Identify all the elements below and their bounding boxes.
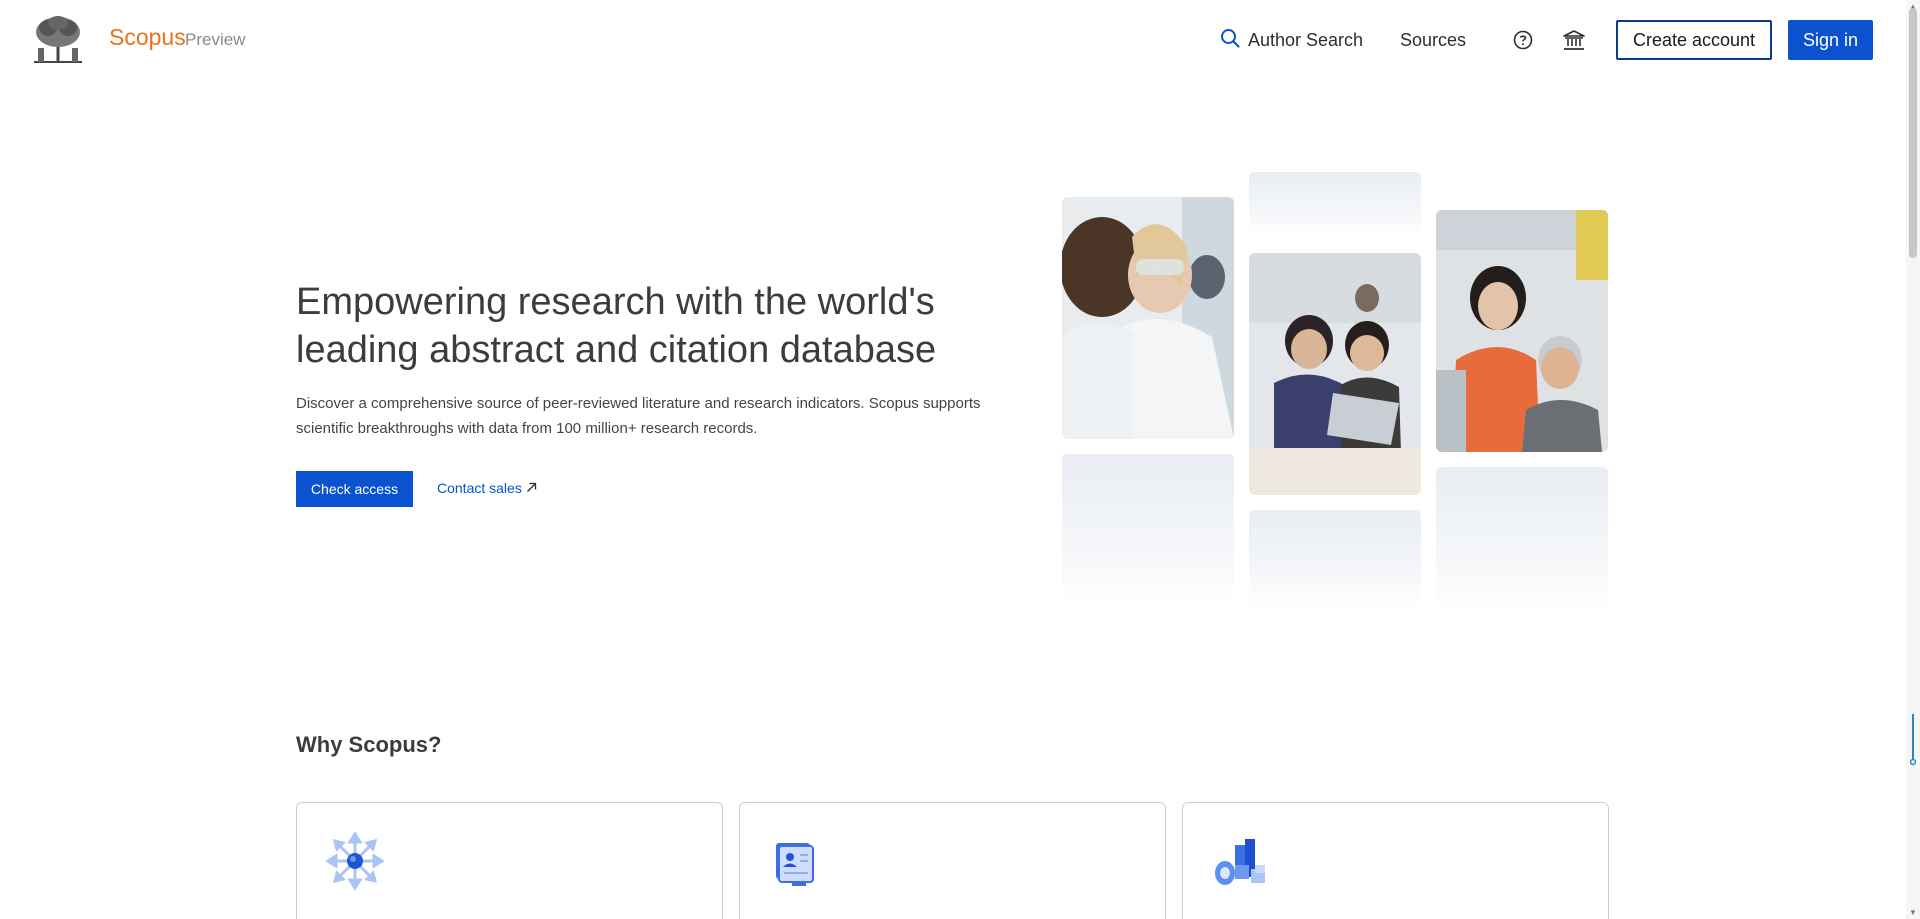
mosaic-placeholder (1249, 510, 1421, 610)
contact-sales-label: Contact sales (437, 480, 522, 496)
page-scrollbar[interactable]: ▲ ▼ (1906, 0, 1920, 919)
feature-card (296, 802, 723, 919)
feature-card (739, 802, 1166, 919)
author-search-label: Author Search (1248, 30, 1364, 50)
scrollbar-thumb[interactable] (1909, 8, 1917, 258)
scroll-down-arrow-icon[interactable]: ▼ (1909, 908, 1917, 917)
network-hub-icon (325, 831, 385, 891)
check-access-button[interactable]: Check access (296, 471, 413, 507)
create-account-button[interactable]: Create account (1616, 20, 1772, 60)
why-scopus-heading: Why Scopus? (296, 732, 442, 757)
brand-preview-label: Preview (185, 30, 246, 49)
mosaic-placeholder (1249, 172, 1421, 237)
mosaic-placeholder (1436, 467, 1608, 612)
search-icon (1220, 28, 1240, 53)
side-tab-indicator[interactable] (1909, 712, 1917, 766)
hero-title: Empowering research with the world's lea… (296, 281, 937, 371)
colleagues-discussion-photo (1436, 210, 1608, 452)
author-search-link[interactable]: Author Search (1220, 28, 1363, 53)
elsevier-logo[interactable] (30, 14, 86, 64)
analytics-blocks-icon (1211, 831, 1271, 891)
contact-sales-link[interactable]: Contact sales (437, 480, 537, 496)
help-icon[interactable] (1511, 28, 1535, 52)
brand-name[interactable]: Scopus (109, 24, 186, 51)
sources-link[interactable]: Sources (1400, 30, 1466, 51)
site-header: Scopus Preview Author Search Sources Cre… (0, 0, 1906, 80)
hero-description: Discover a comprehensive source of peer-… (296, 395, 981, 437)
students-laptop-photo (1249, 253, 1421, 495)
feature-card (1182, 802, 1609, 919)
institution-icon[interactable] (1562, 28, 1586, 52)
mosaic-placeholder (1062, 454, 1234, 604)
profile-screen-icon (768, 831, 828, 891)
external-link-icon (526, 480, 537, 496)
sign-in-button[interactable]: Sign in (1788, 20, 1873, 60)
researchers-lab-photo (1062, 197, 1234, 439)
